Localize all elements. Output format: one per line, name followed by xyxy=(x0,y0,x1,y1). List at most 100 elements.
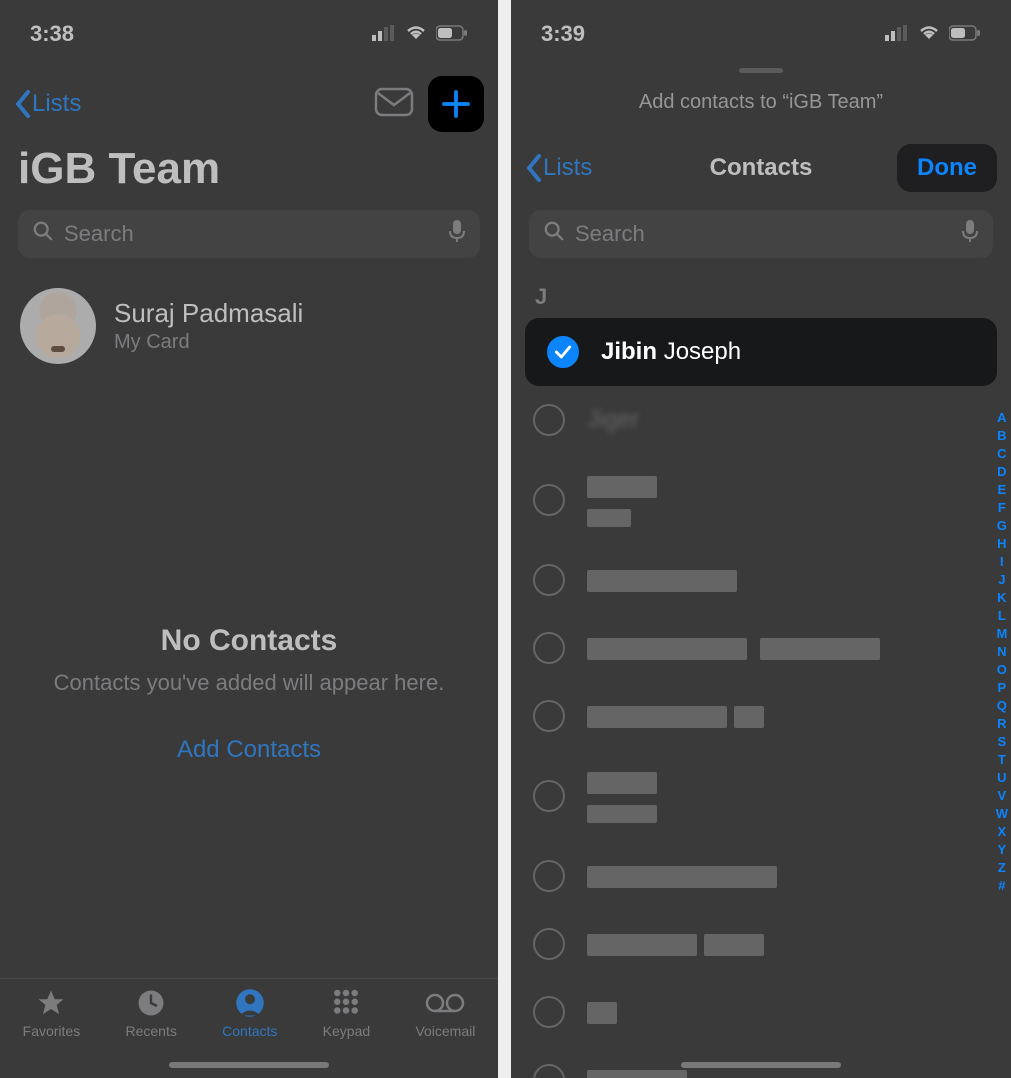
tab-voicemail[interactable]: Voicemail xyxy=(415,987,475,1039)
checkbox-empty-icon[interactable] xyxy=(533,700,565,732)
blurred-name xyxy=(587,472,657,528)
status-time: 3:38 xyxy=(30,21,74,47)
contact-row[interactable] xyxy=(511,454,1011,546)
alpha-index-letter[interactable]: I xyxy=(1000,554,1004,569)
contact-row[interactable] xyxy=(511,750,1011,842)
alpha-index-letter[interactable]: E xyxy=(998,482,1007,497)
checkbox-empty-icon[interactable] xyxy=(533,928,565,960)
back-button[interactable]: Lists xyxy=(525,154,592,182)
mic-icon[interactable] xyxy=(961,219,979,249)
battery-icon xyxy=(949,21,981,47)
done-button[interactable]: Done xyxy=(897,144,997,192)
alpha-index-letter[interactable]: T xyxy=(998,752,1006,767)
status-bar: 3:38 xyxy=(0,0,498,58)
alpha-index-letter[interactable]: R xyxy=(997,716,1006,731)
checkbox-empty-icon[interactable] xyxy=(533,484,565,516)
mail-icon[interactable] xyxy=(374,87,414,122)
alpha-index-letter[interactable]: H xyxy=(997,536,1006,551)
my-card[interactable]: Suraj Padmasali My Card xyxy=(0,258,498,384)
blurred-name xyxy=(587,998,617,1026)
contact-row[interactable] xyxy=(511,614,1011,682)
contact-row[interactable]: Jibin Joseph xyxy=(525,318,997,386)
blurred-name xyxy=(587,702,764,730)
alpha-index-letter[interactable]: N xyxy=(997,644,1006,659)
checkbox-empty-icon[interactable] xyxy=(533,632,565,664)
contact-row[interactable] xyxy=(511,842,1011,910)
checkbox-empty-icon[interactable] xyxy=(533,996,565,1028)
contact-row[interactable] xyxy=(511,978,1011,1046)
alpha-index-letter[interactable]: V xyxy=(998,788,1007,803)
blurred-name xyxy=(587,930,764,958)
blurred-name xyxy=(587,1066,687,1078)
wifi-icon xyxy=(404,21,428,47)
alpha-index-letter[interactable]: M xyxy=(996,626,1007,641)
alpha-index-letter[interactable]: A xyxy=(997,410,1006,425)
checkbox-empty-icon[interactable] xyxy=(533,404,565,436)
alpha-index-letter[interactable]: S xyxy=(998,734,1007,749)
home-indicator[interactable] xyxy=(681,1062,841,1068)
alpha-index-letter[interactable]: U xyxy=(997,770,1006,785)
alpha-index-letter[interactable]: K xyxy=(997,590,1006,605)
alpha-index-letter[interactable]: B xyxy=(997,428,1006,443)
alpha-index-letter[interactable]: D xyxy=(997,464,1006,479)
star-icon xyxy=(36,987,66,1019)
alpha-index-letter[interactable]: F xyxy=(998,500,1006,515)
tab-recents[interactable]: Recents xyxy=(126,987,177,1039)
checkbox-empty-icon[interactable] xyxy=(533,780,565,812)
alphabet-index[interactable]: ABCDEFGHIJKLMNOPQRSTUVWXYZ # xyxy=(996,410,1008,893)
blurred-name xyxy=(587,768,657,824)
blurred-name xyxy=(587,566,737,594)
tab-keypad[interactable]: Keypad xyxy=(323,987,370,1039)
alpha-index-letter[interactable]: X xyxy=(998,824,1007,839)
back-button[interactable]: Lists xyxy=(14,90,81,118)
alpha-index-letter[interactable]: G xyxy=(997,518,1007,533)
status-time: 3:39 xyxy=(541,21,585,47)
alpha-index-letter[interactable]: C xyxy=(997,446,1006,461)
back-label: Lists xyxy=(32,90,81,118)
tab-contacts[interactable]: Contacts xyxy=(222,987,277,1039)
contact-row[interactable] xyxy=(511,682,1011,750)
search-icon xyxy=(543,220,565,248)
alpha-index-letter[interactable]: W xyxy=(996,806,1008,821)
sheet-title: Add contacts to “iGB Team” xyxy=(511,73,1011,140)
tab-label: Contacts xyxy=(222,1023,277,1039)
alpha-index-letter[interactable]: L xyxy=(998,608,1006,623)
contact-row[interactable] xyxy=(511,910,1011,978)
checkbox-empty-icon[interactable] xyxy=(533,564,565,596)
battery-icon xyxy=(436,21,468,47)
alpha-index-letter[interactable]: # xyxy=(998,878,1005,893)
alpha-index-letter[interactable]: Y xyxy=(998,842,1007,857)
mic-icon[interactable] xyxy=(448,219,466,249)
tab-bar: Favorites Recents Contacts Keypad Voicem… xyxy=(0,978,498,1078)
wifi-icon xyxy=(917,21,941,47)
tab-favorites[interactable]: Favorites xyxy=(23,987,81,1039)
alpha-index-letter[interactable]: Z xyxy=(998,860,1006,875)
alpha-index-letter[interactable]: O xyxy=(997,662,1007,677)
contact-row[interactable] xyxy=(511,546,1011,614)
search-input[interactable]: Search xyxy=(18,210,480,258)
alpha-index-letter[interactable]: P xyxy=(998,680,1007,695)
contact-row[interactable]: Jiger xyxy=(511,386,1011,454)
alpha-index-letter[interactable]: Q xyxy=(997,698,1007,713)
alpha-index-letter[interactable]: J xyxy=(998,572,1005,587)
checkmark-icon[interactable] xyxy=(547,336,579,368)
status-bar: 3:39 xyxy=(511,0,1011,58)
cellular-icon xyxy=(372,21,396,47)
avatar xyxy=(20,288,96,364)
tab-label: Favorites xyxy=(23,1023,81,1039)
checkbox-empty-icon[interactable] xyxy=(533,860,565,892)
my-card-sub: My Card xyxy=(114,331,303,354)
search-placeholder: Search xyxy=(64,221,438,247)
phone-right: 3:39 Add contacts to “iGB Team” Lists Co… xyxy=(511,0,1011,1078)
empty-state: No Contacts Contacts you've added will a… xyxy=(0,624,498,764)
tab-label: Voicemail xyxy=(415,1023,475,1039)
search-input[interactable]: Search xyxy=(529,210,993,258)
nav-row: Lists Contacts Done xyxy=(511,140,1011,196)
add-contacts-link[interactable]: Add Contacts xyxy=(177,736,321,764)
add-button[interactable] xyxy=(428,76,484,132)
checkbox-empty-icon[interactable] xyxy=(533,1064,565,1078)
page-title: iGB Team xyxy=(0,132,498,204)
nav-row: Lists xyxy=(0,58,498,132)
voicemail-icon xyxy=(425,987,465,1019)
home-indicator[interactable] xyxy=(169,1062,329,1068)
